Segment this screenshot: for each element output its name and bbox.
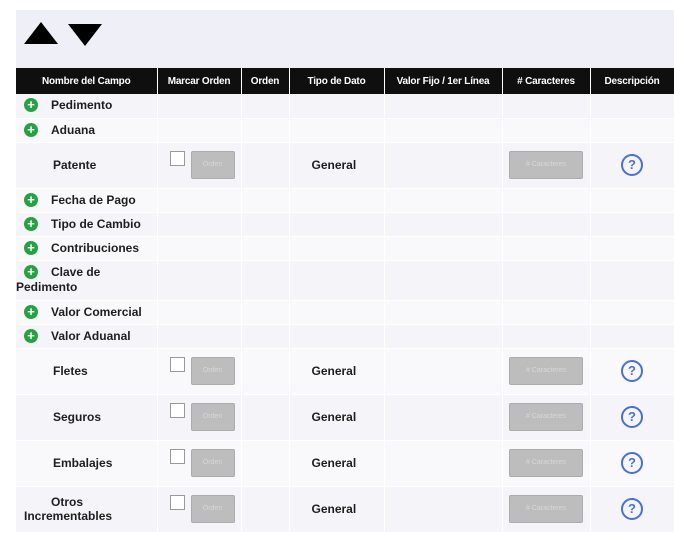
caracteres-button[interactable]: # Caracteres (509, 403, 583, 431)
caracteres-button[interactable]: # Caracteres (509, 357, 583, 385)
col-descripcion: Descripción (590, 68, 674, 94)
col-nombre-del-campo: Nombre del Campo (16, 68, 158, 94)
tipo-de-dato: General (289, 394, 385, 441)
plus-circle-icon[interactable]: + (24, 98, 38, 113)
field-name-line1: Otros (51, 495, 84, 509)
field-name-line2: Incrementables (24, 509, 113, 523)
marcar-orden-checkbox[interactable] (169, 449, 185, 464)
table-row: + Valor Aduanal (16, 324, 674, 349)
field-name-line1: Clave de (51, 265, 101, 279)
question-circle-icon[interactable]: ? (621, 498, 643, 520)
tipo-de-dato: General (289, 440, 385, 487)
caracteres-button[interactable]: # Caracteres (509, 495, 583, 523)
col-caracteres: # Caracteres (502, 68, 591, 94)
field-config-panel: Nombre del Campo Marcar Orden Orden Tipo… (0, 0, 674, 542)
table-row: Fletes Orden General # Caracteres ? (16, 348, 674, 395)
field-name: Contribuciones (51, 240, 140, 255)
table-row: + Contribuciones (16, 236, 674, 261)
orden-button[interactable]: Orden (190, 151, 235, 179)
fields-table: Nombre del Campo Marcar Orden Orden Tipo… (16, 68, 674, 533)
table-header: Nombre del Campo Marcar Orden Orden Tipo… (16, 68, 674, 94)
col-marcar-orden: Marcar Orden (157, 68, 242, 94)
table-row: Patente Orden General # Caracteres ? (16, 142, 674, 189)
plus-circle-icon[interactable]: + (24, 192, 38, 207)
plus-circle-icon[interactable]: + (24, 216, 38, 231)
plus-circle-icon[interactable]: + (24, 265, 38, 279)
table-row: + Clave de Pedimento (16, 260, 674, 301)
marcar-orden-checkbox[interactable] (169, 357, 185, 372)
table-row: Embalajes Orden General # Caracteres ? (16, 440, 674, 487)
sort-toolbar (16, 10, 674, 68)
orden-button[interactable]: Orden (190, 403, 235, 431)
table-row: Otros Incrementables Orden General # Car… (16, 486, 674, 533)
marcar-orden-checkbox[interactable] (169, 495, 185, 510)
question-circle-icon[interactable]: ? (621, 406, 643, 428)
table-row: + Aduana (16, 118, 674, 143)
caracteres-button[interactable]: # Caracteres (509, 449, 583, 477)
orden-button[interactable]: Orden (190, 495, 235, 523)
field-name: Tipo de Cambio (51, 216, 141, 231)
tipo-de-dato: General (289, 486, 385, 533)
triangle-down-icon[interactable] (68, 24, 102, 46)
tipo-de-dato: General (289, 142, 385, 189)
col-tipo-de-dato: Tipo de Dato (289, 68, 385, 94)
question-circle-icon[interactable]: ? (621, 360, 643, 382)
orden-button[interactable]: Orden (190, 357, 235, 385)
field-name: Aduana (51, 122, 96, 137)
caracteres-button[interactable]: # Caracteres (509, 151, 583, 179)
tipo-de-dato: General (289, 348, 385, 395)
marcar-orden-checkbox[interactable] (169, 403, 185, 418)
field-name-line2: Pedimento (16, 280, 78, 294)
marcar-orden-checkbox[interactable] (169, 151, 185, 166)
field-name: Fecha de Pago (51, 192, 136, 207)
plus-circle-icon[interactable]: + (24, 122, 38, 137)
col-valor-fijo: Valor Fijo / 1er Línea (384, 68, 503, 94)
table-row: + Fecha de Pago (16, 188, 674, 213)
field-name: Fletes (16, 348, 158, 395)
plus-circle-icon[interactable]: + (24, 304, 38, 319)
table-row: + Valor Comercial (16, 300, 674, 325)
field-name: Valor Comercial (51, 304, 142, 319)
field-name: Embalajes (16, 440, 158, 487)
field-name: Patente (16, 142, 158, 189)
field-name: Valor Aduanal (51, 328, 131, 343)
triangle-up-icon[interactable] (24, 22, 58, 44)
question-circle-icon[interactable]: ? (621, 154, 643, 176)
field-name: Pedimento (51, 98, 113, 113)
col-orden: Orden (241, 68, 290, 94)
question-circle-icon[interactable]: ? (621, 452, 643, 474)
field-name: Seguros (16, 394, 158, 441)
plus-circle-icon[interactable]: + (24, 328, 38, 343)
table-row: + Tipo de Cambio (16, 212, 674, 237)
table-row: + Pedimento (16, 94, 674, 119)
table-row: Seguros Orden General # Caracteres ? (16, 394, 674, 441)
plus-circle-icon[interactable]: + (24, 240, 38, 255)
orden-button[interactable]: Orden (190, 449, 235, 477)
